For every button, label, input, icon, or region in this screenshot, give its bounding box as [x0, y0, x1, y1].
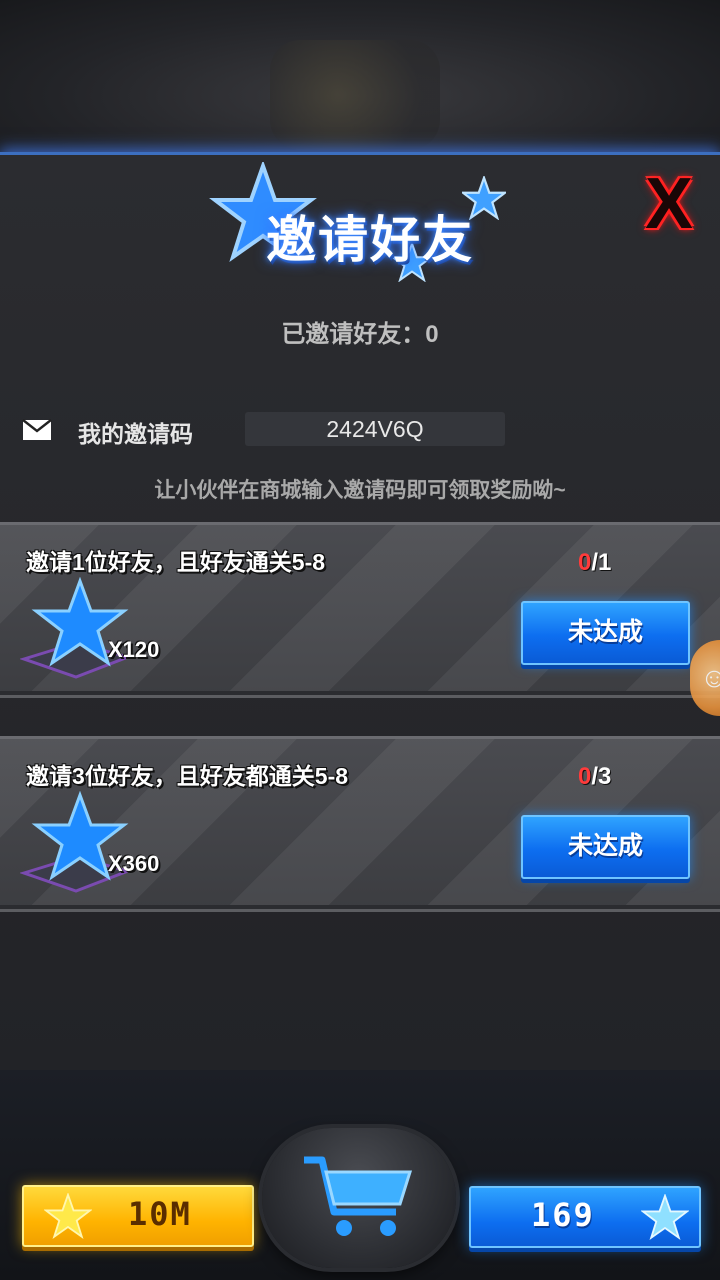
close-button[interactable]: X — [632, 168, 706, 240]
task-progress: 0/1 — [578, 549, 611, 577]
invite-code-field[interactable]: 2424V6Q — [245, 412, 505, 446]
star-resource[interactable]: 169 — [469, 1186, 701, 1248]
cart-icon — [304, 1156, 413, 1236]
claim-button[interactable]: 未达成 — [521, 815, 690, 879]
shop-button[interactable] — [262, 1128, 456, 1268]
progress-current: 0 — [578, 549, 592, 576]
progress-current: 0 — [578, 763, 592, 790]
blue-star-icon — [641, 1194, 689, 1240]
mail-icon — [22, 419, 52, 440]
task-title: 邀请1位好友，且好友通关5-8 — [26, 549, 326, 575]
invite-code-label: 我的邀请码 — [78, 421, 193, 447]
claim-button[interactable]: 未达成 — [521, 601, 690, 665]
page-title: 邀请好友 — [266, 212, 474, 268]
blue-star-icon — [20, 577, 130, 679]
invite-hint: 让小伙伴在商城输入邀请码即可领取奖励呦~ — [154, 479, 566, 502]
star-value: 169 — [531, 1196, 595, 1234]
progress-total: /1 — [591, 549, 612, 576]
reward-quantity: X360 — [108, 851, 160, 876]
task-row: 邀请1位好友，且好友通关5-8 0/1 X120 未达成 — [0, 522, 720, 698]
task-progress: 0/3 — [578, 763, 611, 791]
title-banner: 邀请好友 — [200, 160, 520, 282]
blue-star-icon — [20, 791, 130, 893]
reward-quantity: X120 — [108, 637, 160, 662]
gold-resource[interactable]: 10M — [22, 1185, 254, 1247]
background-character — [270, 40, 440, 150]
gold-value: 10M — [128, 1195, 192, 1233]
progress-total: /3 — [591, 763, 612, 790]
gold-star-icon — [44, 1193, 92, 1239]
task-title: 邀请3位好友，且好友都通关5-8 — [26, 763, 349, 789]
invited-count: 已邀请好友：0 — [281, 321, 439, 348]
side-menu-icon: ☺ — [700, 662, 720, 693]
task-row: 邀请3位好友，且好友都通关5-8 0/3 X360 未达成 — [0, 736, 720, 912]
